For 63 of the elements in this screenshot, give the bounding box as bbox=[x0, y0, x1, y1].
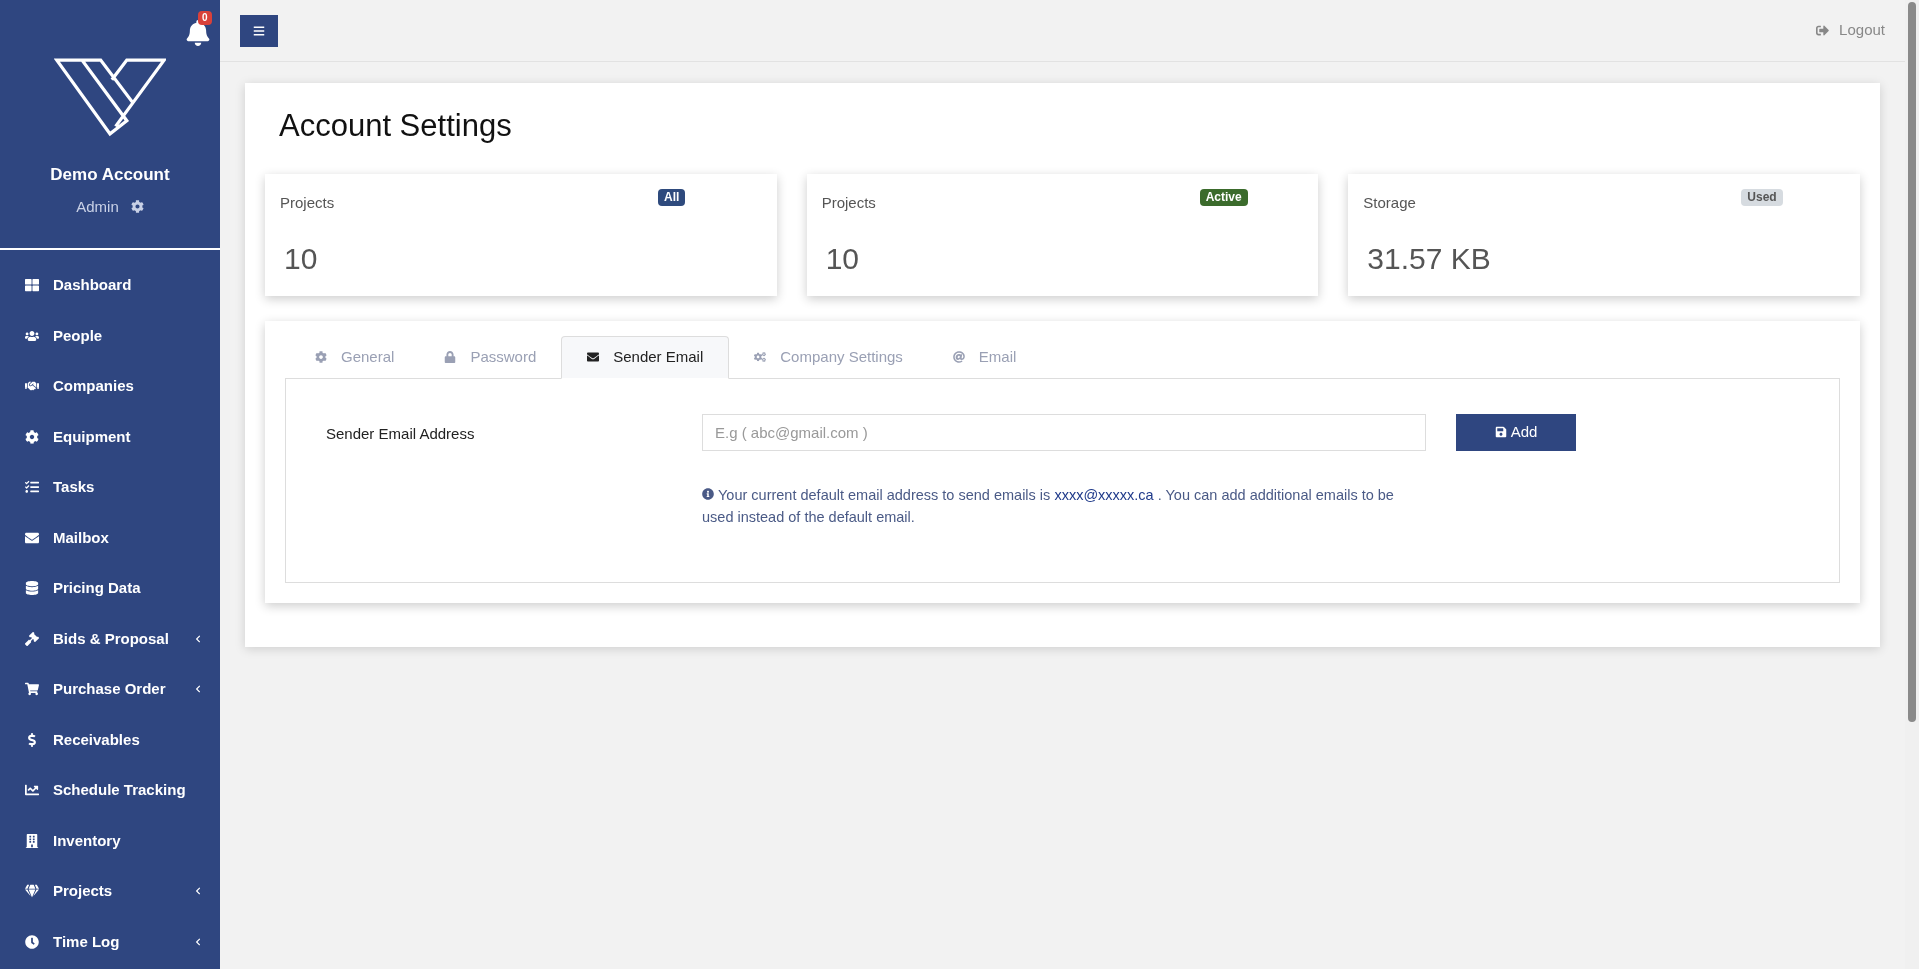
nav-item[interactable]: Projects bbox=[0, 866, 220, 917]
save-icon bbox=[1494, 426, 1507, 438]
email-link[interactable]: xxxx@xxxxx.ca bbox=[1054, 486, 1154, 503]
settings-icon[interactable] bbox=[130, 200, 144, 214]
building-icon bbox=[25, 833, 39, 848]
dollar-icon bbox=[25, 732, 39, 747]
stat-value: 10 bbox=[825, 241, 861, 277]
chevron-icon bbox=[194, 937, 202, 946]
lock-icon bbox=[444, 351, 457, 363]
nav-item[interactable]: Mailbox bbox=[0, 512, 220, 563]
grid-icon bbox=[25, 278, 39, 293]
email-input-field[interactable]: E.g ( abc@gmail.com ) bbox=[702, 413, 1426, 451]
info-text: Your current default email address to send emails is xxxx@xxxxx.ca . You can add additional emails to be used instead of the default email. bbox=[702, 485, 1395, 527]
role-label: Admin bbox=[76, 196, 119, 217]
nav-item[interactable]: Time Log bbox=[0, 916, 220, 967]
clock-icon bbox=[25, 934, 39, 949]
logout-icon bbox=[1816, 24, 1830, 37]
diamond-icon bbox=[25, 884, 39, 899]
notification-count: 0 bbox=[198, 11, 212, 25]
stat-badge: Used bbox=[1741, 188, 1783, 206]
info-icon bbox=[702, 488, 714, 501]
bell-icon[interactable] bbox=[186, 20, 210, 46]
nav-item[interactable]: People bbox=[0, 310, 220, 361]
envelope-icon bbox=[587, 351, 600, 363]
gear-icon bbox=[315, 351, 327, 363]
stat-label: Projects bbox=[280, 192, 336, 213]
nav-item[interactable]: Equipment bbox=[0, 411, 220, 462]
nav-item[interactable]: Purchase Order bbox=[0, 664, 220, 715]
envelope-icon bbox=[25, 530, 39, 545]
chevron-icon bbox=[194, 634, 202, 643]
gavel-icon bbox=[25, 631, 39, 646]
field-label: Sender Email Address bbox=[326, 423, 476, 444]
nav-item[interactable]: Dashboard bbox=[0, 260, 220, 311]
gear-icon bbox=[25, 429, 39, 444]
nav-item[interactable]: Tasks bbox=[0, 462, 220, 513]
list-icon bbox=[25, 480, 39, 495]
nav-item[interactable]: Inventory bbox=[0, 815, 220, 866]
gears-icon bbox=[754, 351, 767, 363]
nav-item[interactable]: Pricing Data bbox=[0, 563, 220, 614]
database-icon bbox=[25, 581, 39, 596]
account-name: Demo Account bbox=[50, 164, 170, 186]
at-sign-icon bbox=[952, 351, 965, 363]
page-title: Account Settings bbox=[279, 107, 513, 145]
add-button[interactable]: Add bbox=[1456, 413, 1576, 451]
stat-value: 31.57 KB bbox=[1367, 241, 1492, 277]
menu-icon bbox=[253, 24, 265, 37]
nav-item[interactable]: Companies bbox=[0, 361, 220, 412]
tab[interactable]: Sender Email bbox=[561, 335, 730, 379]
stat-badge: Active bbox=[1199, 188, 1248, 206]
logo-icon bbox=[54, 56, 166, 138]
cart-icon bbox=[25, 682, 39, 697]
chevron-icon bbox=[194, 887, 202, 896]
line-chart-icon bbox=[25, 783, 39, 798]
people-icon bbox=[25, 328, 39, 343]
nav-item[interactable]: Receivables bbox=[0, 714, 220, 765]
stat-badge: All bbox=[658, 188, 686, 206]
stat-label: Storage bbox=[1363, 192, 1417, 213]
menu-button[interactable] bbox=[240, 14, 278, 47]
stat-value: 10 bbox=[284, 241, 319, 277]
stat-label: Projects bbox=[821, 192, 877, 213]
nav-item[interactable]: Schedule Tracking bbox=[0, 765, 220, 816]
nav-item[interactable]: Bids & Proposal bbox=[0, 613, 220, 664]
chevron-icon bbox=[194, 685, 202, 694]
